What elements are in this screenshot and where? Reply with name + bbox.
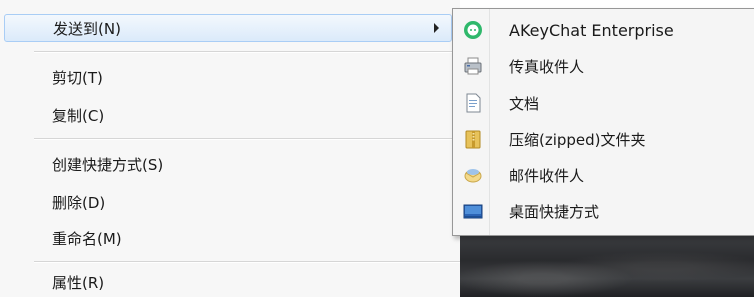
submenu-item-label: 桌面快捷方式 [509, 202, 600, 221]
zip-folder-icon [463, 129, 483, 149]
context-menu: 发送到(N) 剪切(T) 复制(C) 创建快捷方式(S) 删除(D) 重命名(M… [0, 0, 460, 297]
menu-separator [34, 138, 460, 140]
submenu-item-mail-recipient[interactable]: 邮件收件人 [455, 158, 753, 192]
submenu-item-akeychat[interactable]: AKeyChat Enterprise [455, 13, 753, 47]
submenu-item-label: 压缩(zipped)文件夹 [509, 130, 646, 149]
menu-item-create-shortcut[interactable]: 创建快捷方式(S) [0, 150, 460, 178]
menu-item-send-to[interactable]: 发送到(N) [4, 14, 452, 42]
mail-icon [463, 165, 483, 185]
akeychat-icon [463, 20, 483, 40]
fax-icon [463, 56, 483, 76]
menu-item-rename[interactable]: 重命名(M) [0, 224, 460, 252]
menu-item-delete[interactable]: 删除(D) [0, 188, 460, 216]
submenu-item-zip-folder[interactable]: 压缩(zipped)文件夹 [455, 122, 753, 156]
menu-item-label: 创建快捷方式(S) [52, 155, 164, 174]
desktop-background [452, 236, 754, 297]
menu-item-label: 发送到(N) [53, 19, 121, 38]
menu-item-properties[interactable]: 属性(R) [0, 268, 460, 296]
submenu-item-documents[interactable]: 文档 [455, 86, 753, 120]
document-icon [463, 93, 483, 113]
submenu-item-label: 邮件收件人 [509, 166, 585, 185]
submenu-item-label: 传真收件人 [509, 57, 585, 76]
menu-item-copy[interactable]: 复制(C) [0, 101, 460, 129]
menu-item-label: 剪切(T) [52, 68, 103, 87]
send-to-submenu: AKeyChat Enterprise 传真收件人 文档 压缩(zipped)文… [452, 8, 754, 236]
submenu-item-fax[interactable]: 传真收件人 [455, 49, 753, 83]
submenu-item-label: AKeyChat Enterprise [509, 20, 674, 40]
menu-item-label: 复制(C) [52, 106, 105, 125]
submenu-arrow-icon [434, 23, 439, 33]
menu-item-label: 重命名(M) [52, 229, 122, 248]
menu-item-label: 属性(R) [52, 273, 105, 292]
desktop-icon [463, 201, 483, 221]
submenu-item-desktop-shortcut[interactable]: 桌面快捷方式 [455, 194, 753, 228]
menu-item-label: 删除(D) [52, 193, 106, 212]
submenu-item-label: 文档 [509, 94, 540, 113]
menu-item-cut[interactable]: 剪切(T) [0, 63, 460, 91]
menu-separator [34, 261, 460, 263]
menu-separator [34, 51, 460, 53]
